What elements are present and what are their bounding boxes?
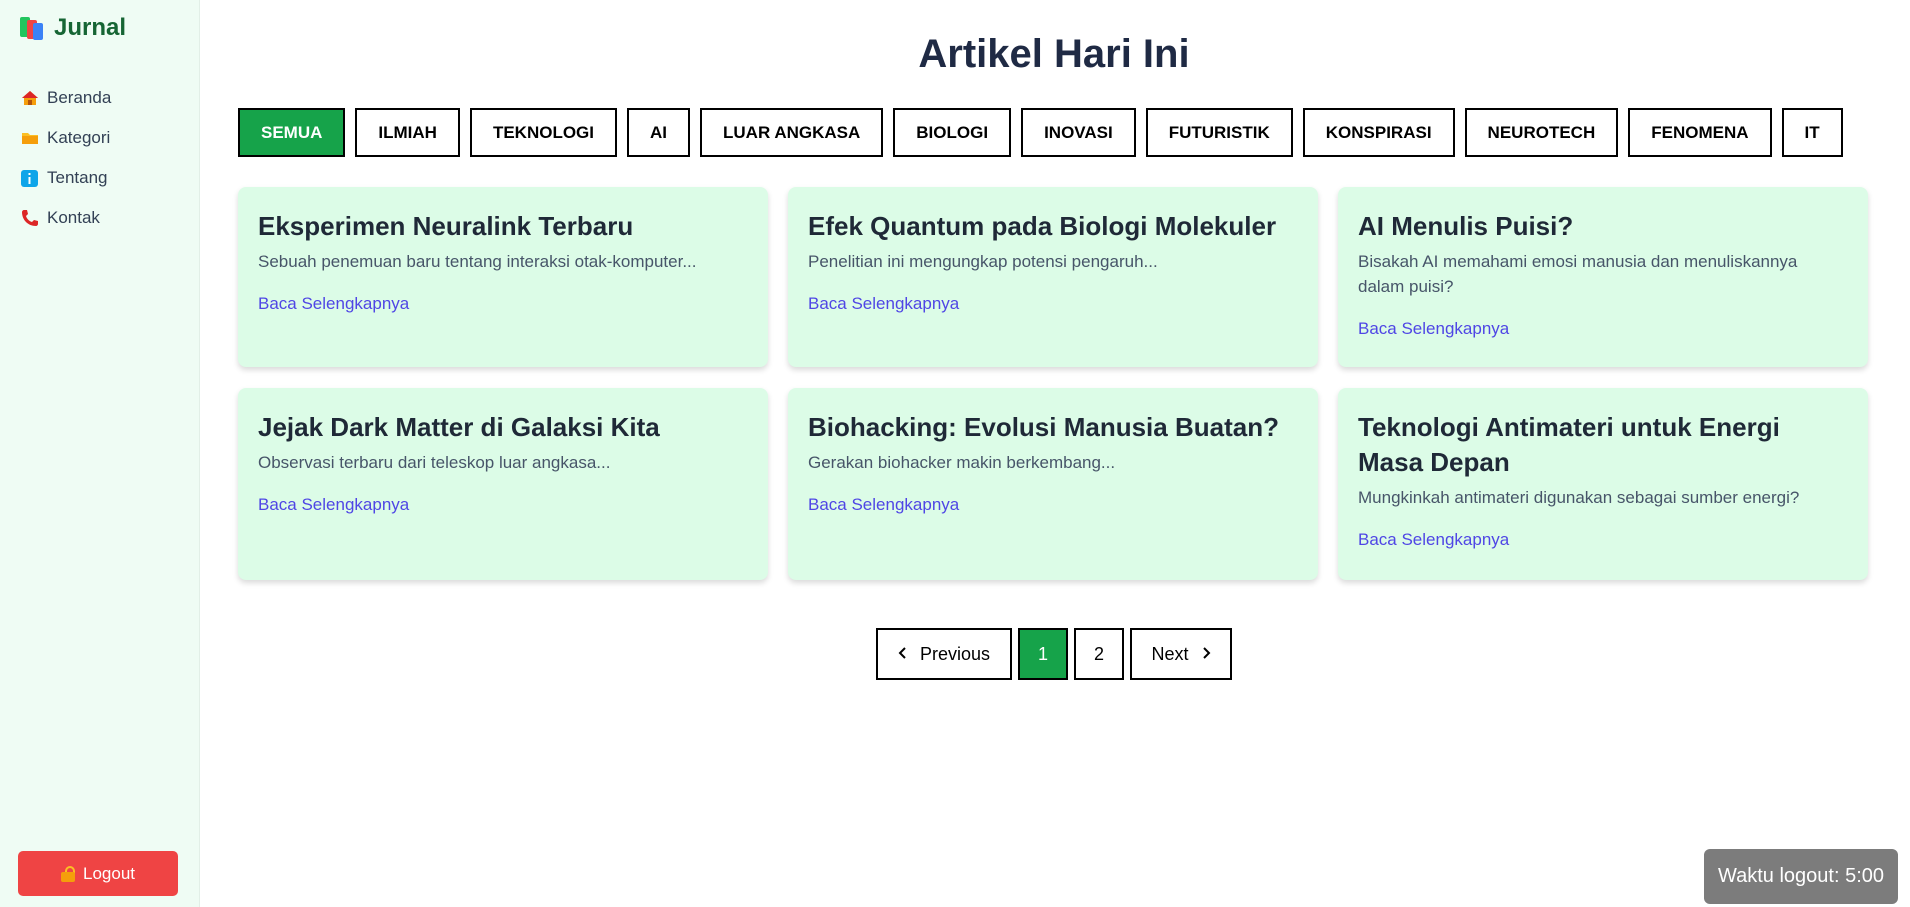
sidebar-item-kategori[interactable]: Kategori <box>20 118 111 158</box>
category-button-ai[interactable]: AI <box>627 108 691 157</box>
sidebar-nav: Beranda Kategori Tentang Kontak <box>20 78 111 238</box>
sidebar-item-kontak[interactable]: Kontak <box>20 198 111 238</box>
article-title: AI Menulis Puisi? <box>1358 211 1574 241</box>
read-more-link[interactable]: Baca Selengkapnya <box>808 294 959 313</box>
article-title: Teknologi Antimateri untuk Energi Masa D… <box>1358 412 1780 477</box>
article-title: Jejak Dark Matter di Galaksi Kita <box>258 412 660 442</box>
article-excerpt: Sebuah penemuan baru tentang interaksi o… <box>258 252 697 271</box>
read-more-link[interactable]: Baca Selengkapnya <box>1358 530 1509 549</box>
info-icon <box>20 169 39 188</box>
logout-label: Logout <box>83 863 135 883</box>
category-button-fenomena[interactable]: FENOMENA <box>1628 108 1772 157</box>
unlock-icon <box>61 865 75 882</box>
chevron-left-icon <box>898 646 908 663</box>
article-card: Teknologi Antimateri untuk Energi Masa D… <box>1338 388 1868 580</box>
read-more-link[interactable]: Baca Selengkapnya <box>808 495 959 514</box>
category-button-semua[interactable]: SEMUA <box>238 108 346 157</box>
category-button-it[interactable]: IT <box>1781 108 1843 157</box>
logout-timer: Waktu logout: 5:00 <box>1704 849 1898 904</box>
category-button-inovasi[interactable]: INOVASI <box>1021 108 1136 157</box>
books-icon <box>20 15 46 41</box>
page-button-1[interactable]: 1 <box>1018 628 1068 680</box>
chevron-right-icon <box>1201 646 1211 663</box>
next-page-button[interactable]: Next <box>1130 628 1232 680</box>
brand[interactable]: Jurnal <box>20 14 126 42</box>
category-button-futuristik[interactable]: FUTURISTIK <box>1145 108 1293 157</box>
read-more-link[interactable]: Baca Selengkapnya <box>258 294 409 313</box>
pagination: Previous 1 2 Next <box>238 628 1870 680</box>
category-filter: SEMUA ILMIAH TEKNOLOGI AI LUAR ANGKASA B… <box>238 108 1843 157</box>
sidebar-item-label: Kontak <box>47 208 100 227</box>
next-label: Next <box>1151 643 1189 664</box>
category-button-teknologi[interactable]: TEKNOLOGI <box>469 108 618 157</box>
article-title: Efek Quantum pada Biologi Molekuler <box>808 211 1277 241</box>
sidebar-item-label: Kategori <box>47 128 111 147</box>
article-card: AI Menulis Puisi? Bisakah AI memahami em… <box>1338 187 1868 367</box>
read-more-link[interactable]: Baca Selengkapnya <box>1358 319 1509 338</box>
article-excerpt: Gerakan biohacker makin berkembang... <box>808 453 1116 472</box>
article-title: Eksperimen Neuralink Terbaru <box>258 211 634 241</box>
brand-title: Jurnal <box>54 14 127 41</box>
page-title: Artikel Hari Ini <box>918 32 1190 76</box>
read-more-link[interactable]: Baca Selengkapnya <box>258 495 409 514</box>
category-button-ilmiah[interactable]: ILMIAH <box>355 108 460 157</box>
article-title: Biohacking: Evolusi Manusia Buatan? <box>808 412 1279 442</box>
article-excerpt: Mungkinkah antimateri digunakan sebagai … <box>1358 488 1800 507</box>
folder-icon <box>20 129 39 148</box>
category-button-neurotech[interactable]: NEUROTECH <box>1464 108 1619 157</box>
sidebar: Jurnal Beranda Kategori Tentang Kontak L… <box>0 0 200 907</box>
article-card: Jejak Dark Matter di Galaksi Kita Observ… <box>238 388 768 580</box>
logout-button[interactable]: Logout <box>18 851 178 896</box>
category-button-biologi[interactable]: BIOLOGI <box>893 108 1012 157</box>
page-button-2[interactable]: 2 <box>1074 628 1124 680</box>
article-excerpt: Observasi terbaru dari teleskop luar ang… <box>258 453 611 472</box>
sidebar-item-beranda[interactable]: Beranda <box>20 78 111 118</box>
article-card: Efek Quantum pada Biologi Molekuler Pene… <box>788 187 1318 367</box>
sidebar-item-label: Beranda <box>47 88 112 107</box>
article-excerpt: Penelitian ini mengungkap potensi pengar… <box>808 252 1158 271</box>
category-button-konspirasi[interactable]: KONSPIRASI <box>1302 108 1455 157</box>
home-icon <box>20 89 39 108</box>
sidebar-item-label: Tentang <box>47 168 108 187</box>
article-card: Biohacking: Evolusi Manusia Buatan? Gera… <box>788 388 1318 580</box>
sidebar-item-tentang[interactable]: Tentang <box>20 158 111 198</box>
previous-label: Previous <box>919 643 991 664</box>
previous-page-button[interactable]: Previous <box>876 628 1012 680</box>
phone-icon <box>20 209 39 228</box>
article-excerpt: Bisakah AI memahami emosi manusia dan me… <box>1358 252 1798 296</box>
article-card: Eksperimen Neuralink Terbaru Sebuah pene… <box>238 187 768 367</box>
article-grid: Eksperimen Neuralink Terbaru Sebuah pene… <box>238 187 1868 580</box>
category-button-luar-angkasa[interactable]: LUAR ANGKASA <box>700 108 884 157</box>
